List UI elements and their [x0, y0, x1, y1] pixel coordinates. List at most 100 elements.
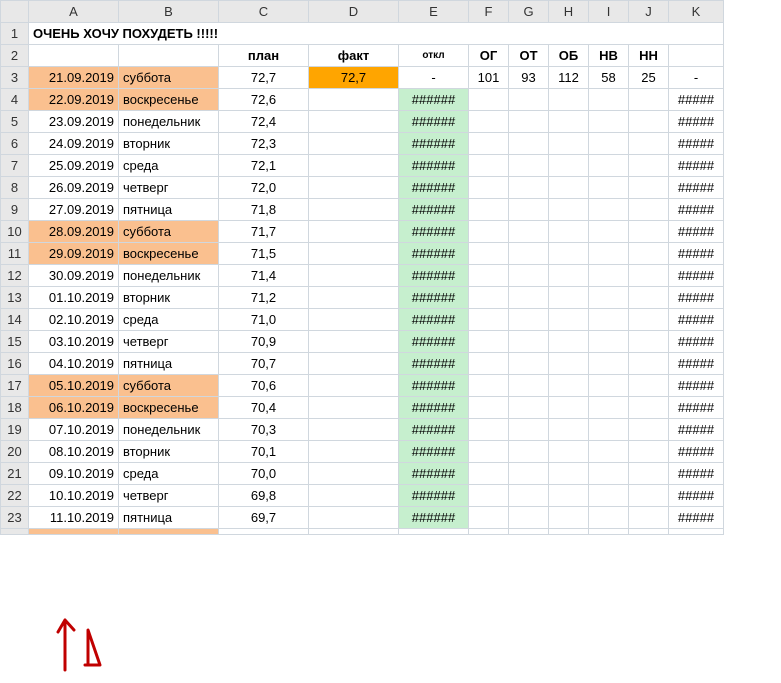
cell[interactable]	[589, 309, 629, 331]
otkl-cell[interactable]: ######	[399, 265, 469, 287]
cell[interactable]	[469, 485, 509, 507]
otkl-cell[interactable]: -	[399, 67, 469, 89]
fact-cell[interactable]	[309, 155, 399, 177]
cell[interactable]	[469, 199, 509, 221]
otkl-cell[interactable]: ######	[399, 243, 469, 265]
date-cell[interactable]: 21.09.2019	[29, 67, 119, 89]
col-header-A[interactable]: A	[29, 1, 119, 23]
k-cell[interactable]: #####	[669, 177, 724, 199]
col-header-B[interactable]: B	[119, 1, 219, 23]
day-cell[interactable]: понедельник	[119, 419, 219, 441]
cell[interactable]	[509, 397, 549, 419]
header-ot[interactable]: ОТ	[509, 45, 549, 67]
row-header-11[interactable]: 11	[1, 243, 29, 265]
plan-cell[interactable]: 70,0	[219, 463, 309, 485]
cell[interactable]	[589, 529, 629, 535]
cell[interactable]	[549, 353, 589, 375]
day-cell[interactable]: понедельник	[119, 111, 219, 133]
cell[interactable]	[629, 507, 669, 529]
row-header-10[interactable]: 10	[1, 221, 29, 243]
row-header-15[interactable]: 15	[1, 331, 29, 353]
k-cell[interactable]: #####	[669, 507, 724, 529]
header-og[interactable]: ОГ	[469, 45, 509, 67]
cell[interactable]	[589, 265, 629, 287]
cell[interactable]	[669, 45, 724, 67]
plan-cell[interactable]: 71,4	[219, 265, 309, 287]
cell[interactable]	[509, 243, 549, 265]
day-cell[interactable]: пятница	[119, 353, 219, 375]
date-cell[interactable]: 01.10.2019	[29, 287, 119, 309]
cell[interactable]	[549, 309, 589, 331]
k-cell[interactable]: #####	[669, 133, 724, 155]
date-cell[interactable]: 03.10.2019	[29, 331, 119, 353]
k-cell[interactable]: #####	[669, 199, 724, 221]
cell[interactable]	[589, 199, 629, 221]
k-cell[interactable]: #####	[669, 375, 724, 397]
day-cell[interactable]: четверг	[119, 331, 219, 353]
cell[interactable]	[549, 133, 589, 155]
day-cell[interactable]: четверг	[119, 177, 219, 199]
col-header-I[interactable]: I	[589, 1, 629, 23]
plan-cell[interactable]: 71,2	[219, 287, 309, 309]
fact-cell[interactable]	[309, 441, 399, 463]
fact-cell[interactable]	[309, 309, 399, 331]
cell[interactable]	[509, 287, 549, 309]
col-header-K[interactable]: K	[669, 1, 724, 23]
date-cell[interactable]: 29.09.2019	[29, 243, 119, 265]
col-header-J[interactable]: J	[629, 1, 669, 23]
cell[interactable]	[589, 221, 629, 243]
cell[interactable]	[589, 375, 629, 397]
row-header-16[interactable]: 16	[1, 353, 29, 375]
plan-cell[interactable]: 72,3	[219, 133, 309, 155]
cell[interactable]	[469, 529, 509, 535]
day-cell[interactable]: среда	[119, 309, 219, 331]
day-cell[interactable]: среда	[119, 463, 219, 485]
cell[interactable]	[509, 111, 549, 133]
cell[interactable]	[589, 155, 629, 177]
cell[interactable]	[549, 419, 589, 441]
day-cell[interactable]: пятница	[119, 507, 219, 529]
cell[interactable]	[509, 463, 549, 485]
otkl-cell[interactable]: ######	[399, 111, 469, 133]
cell[interactable]	[119, 45, 219, 67]
fact-cell[interactable]	[309, 397, 399, 419]
date-cell[interactable]: 28.09.2019	[29, 221, 119, 243]
cell[interactable]	[629, 353, 669, 375]
cell[interactable]	[469, 309, 509, 331]
plan-cell[interactable]: 70,1	[219, 441, 309, 463]
k-cell[interactable]: #####	[669, 221, 724, 243]
fact-cell[interactable]	[309, 507, 399, 529]
cell[interactable]	[629, 89, 669, 111]
cell[interactable]	[589, 485, 629, 507]
date-cell[interactable]: 07.10.2019	[29, 419, 119, 441]
plan-cell[interactable]: 71,0	[219, 309, 309, 331]
k-cell[interactable]: -	[669, 67, 724, 89]
row-header-24[interactable]	[1, 529, 29, 535]
cell[interactable]	[629, 485, 669, 507]
cell[interactable]	[309, 529, 399, 535]
plan-cell[interactable]: 70,6	[219, 375, 309, 397]
k-cell[interactable]: #####	[669, 419, 724, 441]
date-cell[interactable]: 08.10.2019	[29, 441, 119, 463]
plan-cell[interactable]: 69,8	[219, 485, 309, 507]
otkl-cell[interactable]: ######	[399, 155, 469, 177]
otkl-cell[interactable]: ######	[399, 507, 469, 529]
cell[interactable]	[469, 441, 509, 463]
cell[interactable]	[509, 419, 549, 441]
ot-cell[interactable]: 93	[509, 67, 549, 89]
otkl-cell[interactable]: ######	[399, 199, 469, 221]
cell[interactable]	[509, 133, 549, 155]
plan-cell[interactable]: 70,9	[219, 331, 309, 353]
plan-cell[interactable]: 71,7	[219, 221, 309, 243]
plan-cell[interactable]: 70,4	[219, 397, 309, 419]
col-header-E[interactable]: E	[399, 1, 469, 23]
cell[interactable]	[549, 89, 589, 111]
row-header-6[interactable]: 6	[1, 133, 29, 155]
otkl-cell[interactable]: ######	[399, 309, 469, 331]
k-cell[interactable]: #####	[669, 331, 724, 353]
date-cell[interactable]: 05.10.2019	[29, 375, 119, 397]
cell[interactable]	[509, 529, 549, 535]
cell[interactable]	[589, 133, 629, 155]
cell[interactable]	[589, 463, 629, 485]
cell[interactable]	[549, 441, 589, 463]
